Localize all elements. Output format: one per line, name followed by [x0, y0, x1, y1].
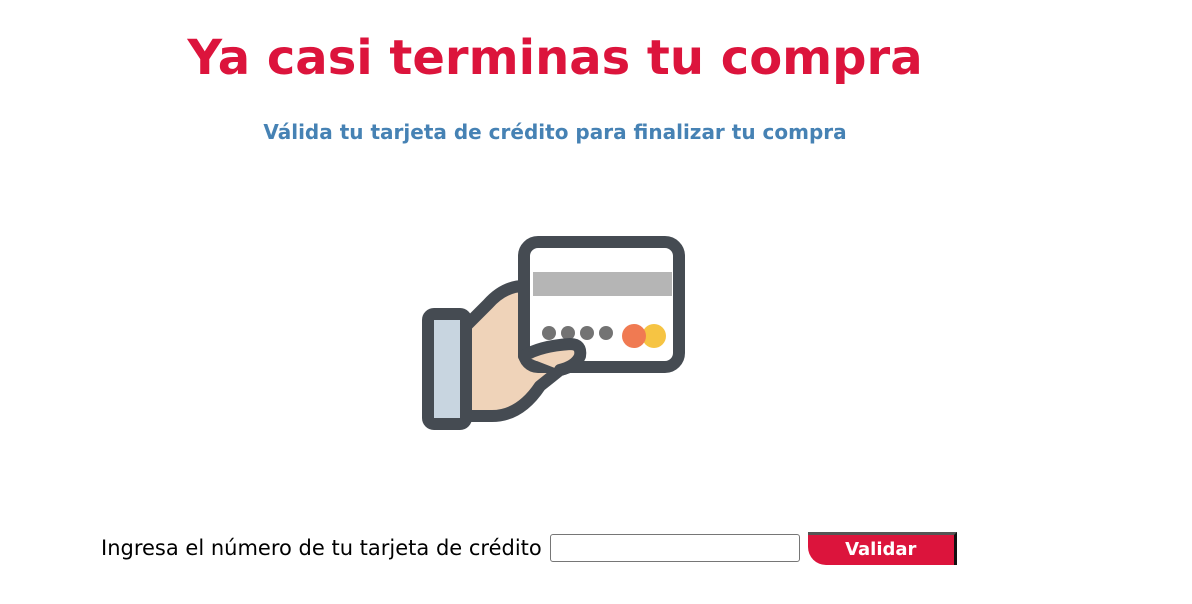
- page-subtitle: Válida tu tarjeta de crédito para finali…: [263, 120, 847, 144]
- hand-holding-credit-card-icon: [420, 234, 690, 434]
- payment-validation-page: Ya casi terminas tu compra Válida tu tar…: [0, 0, 1192, 604]
- card-number-label: Ingresa el número de tu tarjeta de crédi…: [101, 536, 542, 560]
- page-title: Ya casi terminas tu compra: [187, 30, 923, 86]
- card-number-input[interactable]: [549, 534, 800, 562]
- card-validation-form: Ingresa el número de tu tarjeta de crédi…: [101, 530, 957, 566]
- validate-button[interactable]: Validar: [807, 531, 957, 565]
